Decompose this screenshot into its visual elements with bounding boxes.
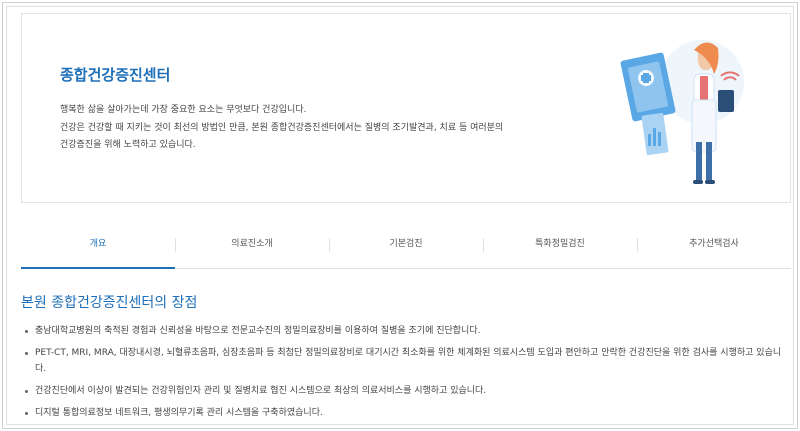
list-item: 디지털 통합의료정보 네트워크, 평생의무기록 관리 시스템을 구축하였습니다. — [25, 405, 785, 421]
tab-basic-checkup[interactable]: 기본검진 — [329, 229, 483, 268]
hero-title: 종합건강증진센터 — [60, 66, 171, 84]
hero-desc-line: 건강증진을 위해 노력하고 있습니다. — [60, 140, 196, 150]
hero-desc-line: 건강은 건강할 때 지키는 것이 최선의 방법인 만큼, 본원 종합건강증진센터… — [60, 122, 504, 133]
hero-desc-line: 행복한 삶을 살아가는데 가장 중요한 요소는 무엇보다 건강입니다. — [60, 105, 307, 115]
tab-overview[interactable]: 개요 — [21, 229, 175, 269]
advantages-list: 충남대학교병원의 축적된 경험과 신뢰성을 바탕으로 전문교수진의 정밀의료장비… — [25, 323, 785, 424]
list-item: 건강진단에서 이상이 발견되는 건강위험인자 관리 및 질병치료 협진 시스템으… — [25, 383, 785, 399]
list-item: PET-CT, MRI, MRA, 대장내시경, 뇌혈류초음파, 심장초음파 등… — [25, 345, 785, 377]
tab-bar: 개요 의료진소개 기본검진 특화정밀검진 추가선택검사 — [21, 229, 791, 269]
hero-banner: 종합건강증진센터 행복한 삶을 살아가는데 가장 중요한 요소는 무엇보다 건강… — [21, 13, 791, 203]
page-frame: 종합건강증진센터 행복한 삶을 살아가는데 가장 중요한 요소는 무엇보다 건강… — [6, 6, 794, 425]
tab-medical-staff[interactable]: 의료진소개 — [175, 229, 329, 268]
list-item: 충남대학교병원의 축적된 경험과 신뢰성을 바탕으로 전문교수진의 정밀의료장비… — [25, 323, 785, 339]
hero-description: 행복한 삶을 살아가는데 가장 중요한 요소는 무엇보다 건강입니다. 건강은 … — [60, 102, 580, 155]
tab-additional-tests[interactable]: 추가선택검사 — [637, 229, 791, 268]
section-title: 본원 종합건강증진센터의 장점 — [21, 295, 198, 311]
doctor-illustration-icon — [620, 40, 744, 184]
tab-specialized-checkup[interactable]: 특화정밀검진 — [483, 229, 637, 268]
